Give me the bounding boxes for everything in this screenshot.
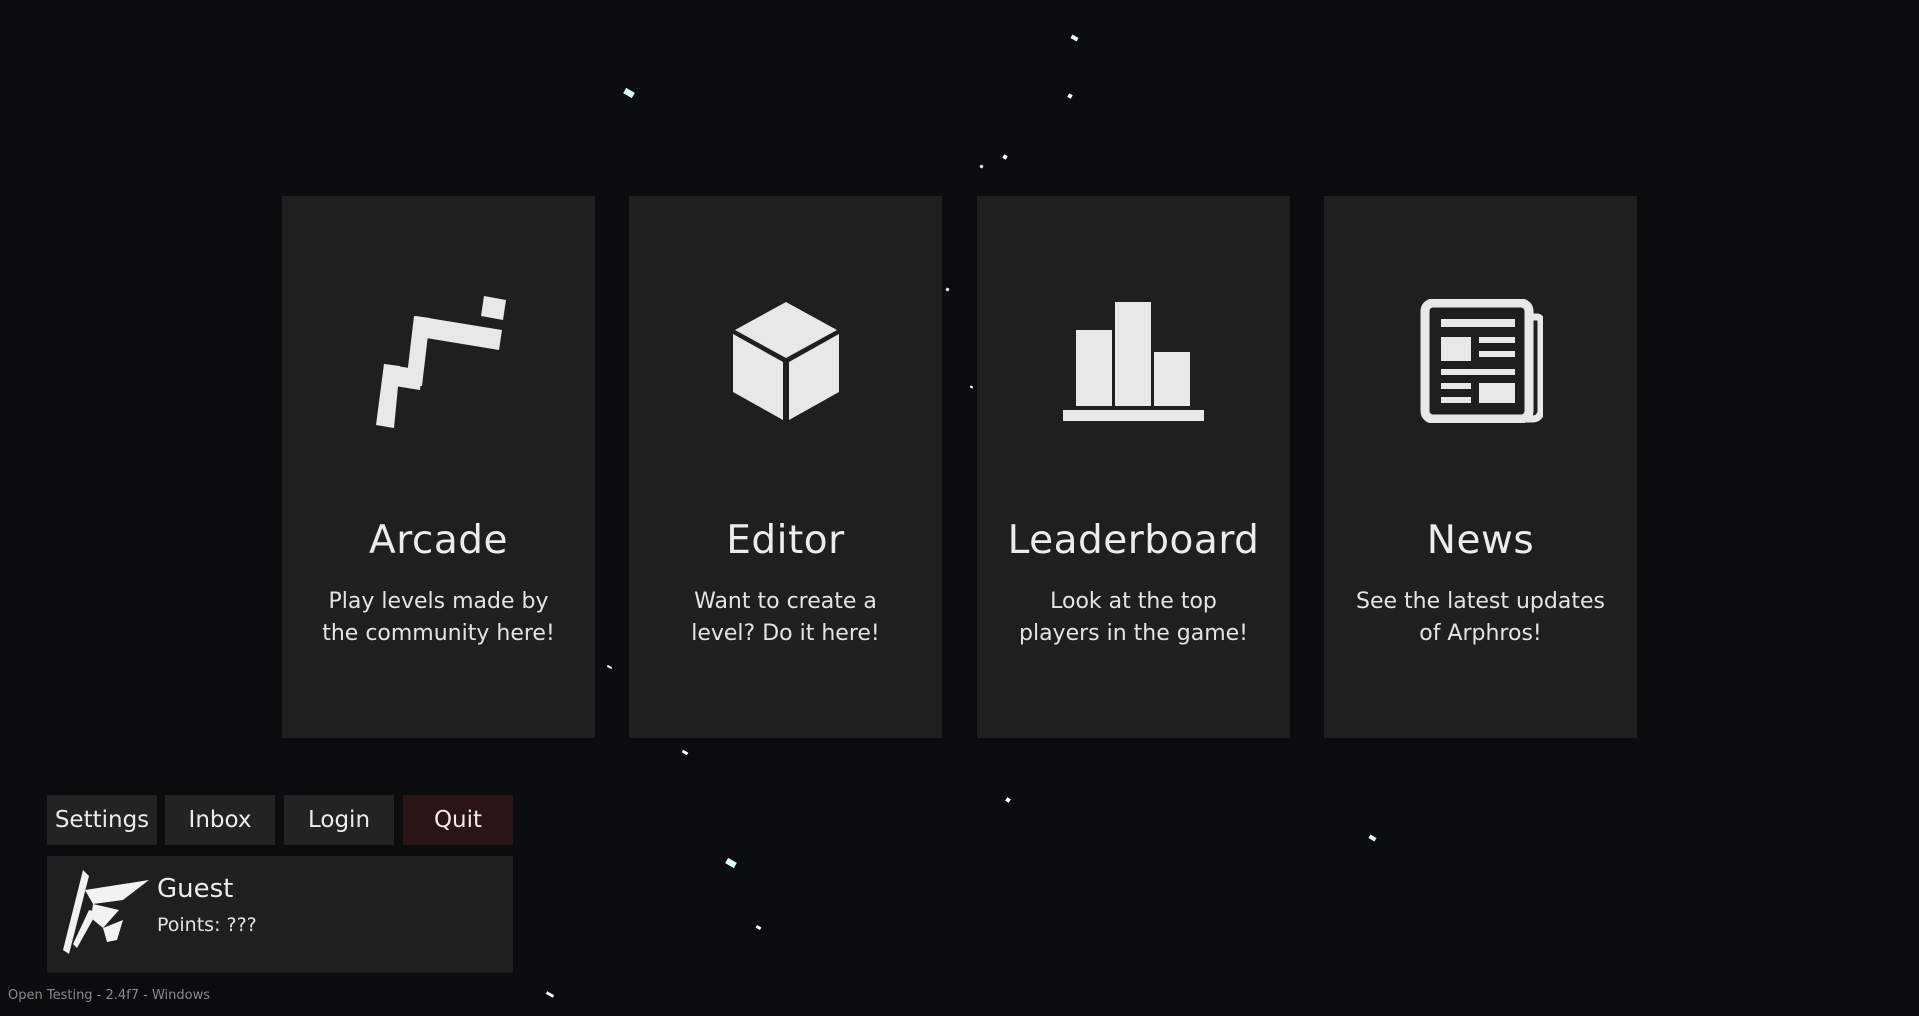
card-title: Editor bbox=[726, 518, 845, 563]
particle bbox=[979, 164, 984, 169]
particle bbox=[1368, 834, 1377, 842]
particle bbox=[1067, 93, 1073, 99]
card-description: Want to create a level? Do it here! bbox=[691, 589, 880, 646]
editor-card[interactable]: Editor Want to create a level? Do it her… bbox=[629, 196, 942, 738]
card-title: Arcade bbox=[369, 518, 508, 563]
arcade-steps-icon bbox=[282, 295, 595, 428]
leaderboard-card[interactable]: Leaderboard Look at the top players in t… bbox=[977, 196, 1290, 738]
newspaper-icon bbox=[1324, 296, 1637, 426]
particle bbox=[969, 385, 974, 389]
profile-points: Points: ??? bbox=[157, 914, 257, 936]
profile-panel[interactable]: Guest Points: ??? bbox=[47, 856, 513, 973]
version-label: Open Testing - 2.4f7 - Windows bbox=[8, 988, 211, 1003]
particle bbox=[1005, 797, 1011, 803]
card-description: Look at the top players in the game! bbox=[1019, 589, 1248, 646]
particle bbox=[945, 287, 950, 292]
particle bbox=[1002, 154, 1008, 160]
particle bbox=[623, 87, 635, 99]
arcade-card[interactable]: Arcade Play levels made by the community… bbox=[282, 196, 595, 738]
settings-button[interactable]: Settings bbox=[47, 795, 157, 845]
card-description: See the latest updates of Arphros! bbox=[1356, 589, 1605, 646]
card-title: News bbox=[1426, 518, 1535, 563]
inbox-button[interactable]: Inbox bbox=[165, 795, 275, 845]
cube-icon bbox=[629, 296, 942, 426]
arphros-logo-icon bbox=[63, 870, 149, 956]
particle bbox=[725, 857, 737, 869]
bar-chart-icon bbox=[977, 296, 1290, 426]
particle bbox=[545, 991, 555, 998]
particle bbox=[681, 749, 689, 756]
card-title: Leaderboard bbox=[1007, 518, 1260, 563]
particle bbox=[606, 664, 613, 670]
news-card[interactable]: News See the latest updates of Arphros! bbox=[1324, 196, 1637, 738]
card-description: Play levels made by the community here! bbox=[322, 589, 555, 646]
login-button[interactable]: Login bbox=[284, 795, 394, 845]
profile-name: Guest bbox=[157, 874, 234, 904]
main-menu-screen: Arcade Play levels made by the community… bbox=[0, 0, 1919, 1016]
particle bbox=[1070, 34, 1079, 42]
particle bbox=[755, 924, 762, 931]
quit-button[interactable]: Quit bbox=[403, 795, 513, 845]
